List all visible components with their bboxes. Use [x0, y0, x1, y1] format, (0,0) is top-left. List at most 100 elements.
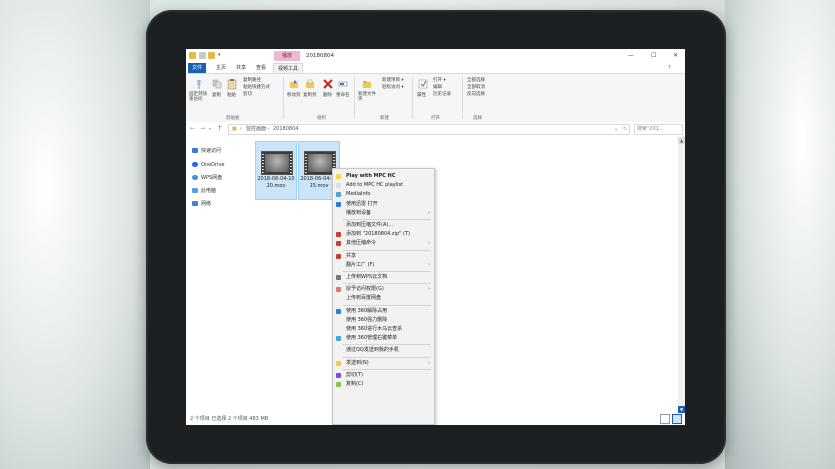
breadcrumb-root[interactable]: 监控画面 [246, 125, 266, 134]
back-button[interactable]: ← [190, 124, 195, 134]
menu-item-label: 上传到WPS云文档 [346, 274, 388, 280]
recent-dropdown-icon[interactable]: ▾ [209, 124, 211, 134]
file-list: 2018-06-04-1020.mov 2018-06-04-1015.mov [252, 137, 678, 413]
new-item-button[interactable]: 新建项目 ▾ [382, 77, 404, 83]
sidebar-item-network[interactable]: 网络 [192, 200, 211, 208]
delete-button[interactable]: 删除 [323, 92, 332, 98]
search-input[interactable]: 搜索"201... [634, 124, 683, 135]
context-menu-item[interactable]: 使用 360进行木马云查杀 [333, 325, 434, 334]
tab-file[interactable]: 文件 [188, 63, 207, 73]
status-text: 2 个项目 已选择 2 个项目 483 MB [190, 416, 269, 422]
network-icon [192, 201, 198, 206]
address-dropdown-icon[interactable]: ⌄ [614, 125, 618, 134]
context-menu-item[interactable]: 上传到百度网盘 [333, 294, 434, 303]
refresh-icon[interactable]: ↻ [623, 124, 627, 134]
pin-quick-access-button[interactable]: 固定到快速访问 [189, 92, 209, 102]
new-folder-button[interactable]: 新建文件夹 [358, 92, 376, 102]
copy-button[interactable]: 复制 [212, 92, 221, 98]
context-menu-item[interactable]: 剪切(T) [333, 371, 434, 380]
tab-play-context[interactable]: 播放 [274, 51, 300, 61]
select-group-label: 选择 [473, 116, 482, 121]
menu-item-icon [336, 336, 341, 342]
context-menu-item[interactable]: 使用 360强力删除 [333, 316, 434, 325]
large-icons-view-icon[interactable] [672, 414, 682, 424]
select-all-button[interactable]: 全部选择 [467, 77, 485, 83]
history-button[interactable]: 历史记录 [433, 91, 451, 97]
forward-button[interactable]: → [200, 124, 205, 134]
address-bar[interactable]: ■ › 监控画面 › 20180804 ⌄ [228, 124, 630, 135]
context-menu-item[interactable]: 发送到(N) › [333, 359, 434, 368]
open-button[interactable]: 打开 ▾ [433, 77, 446, 83]
menu-item-icon [336, 241, 341, 247]
rename-button[interactable]: 重命名 [336, 92, 350, 98]
cut-button[interactable]: 剪切 [243, 91, 252, 97]
context-menu-item[interactable]: 添加到压缩文件(A)... [333, 221, 434, 230]
folder-icon [189, 52, 196, 59]
copy-path-button[interactable]: 复制路径 [243, 77, 261, 83]
easy-access-button[interactable]: 轻松访问 ▾ [382, 84, 404, 90]
menu-item-label: 添加到压缩文件(A)... [346, 222, 394, 228]
context-menu-item[interactable]: 播放到设备 › [333, 209, 434, 218]
close-button[interactable]: ✕ [673, 51, 678, 61]
quick-access-dropdown-icon[interactable]: ▾ [218, 52, 222, 59]
context-menu-item[interactable]: 使用迅雷 打开 [333, 200, 434, 209]
menu-separator [343, 219, 431, 220]
move-to-icon [290, 80, 298, 88]
minimize-button[interactable]: — [628, 51, 634, 61]
menu-item-label: 授予访问权限(G) [346, 286, 384, 293]
paste-shortcut-button[interactable]: 粘贴快捷方式 [243, 84, 270, 90]
scroll-up-icon[interactable]: ▲ [678, 137, 685, 144]
sidebar-item-this-pc[interactable]: 此电脑 [192, 187, 216, 195]
paste-button[interactable]: 粘贴 [227, 92, 236, 98]
new-folder-icon[interactable] [208, 52, 215, 59]
context-menu-item[interactable]: 使用 360管理右键菜单 [333, 334, 434, 343]
context-menu-item[interactable]: 翻片工厂 (F) › [333, 261, 434, 270]
move-to-button[interactable]: 移动到 [287, 92, 301, 98]
ribbon-separator [283, 77, 284, 119]
breadcrumb-folder[interactable]: 20180804 [273, 125, 298, 134]
new-folder-icon [363, 81, 371, 88]
sidebar-item-wps[interactable]: WPS网盘 [192, 174, 222, 182]
context-menu-item[interactable]: Play with MPC HC [333, 172, 434, 181]
context-menu-item[interactable]: 使用 360解除占用 [333, 307, 434, 316]
invert-selection-button[interactable]: 反向选择 [467, 91, 485, 97]
edit-button[interactable]: 编辑 [433, 84, 442, 90]
file-item[interactable]: 2018-06-04-1020.mov [255, 141, 297, 200]
explorer-window: ▾ 播放 20180804 — ☐ ✕ 文件 主页 共享 查看 视频工具 ? 固… [186, 49, 685, 425]
vertical-scrollbar[interactable]: ▲ ▼ [678, 137, 685, 413]
context-menu-item[interactable]: 上传到WPS云文档 [333, 273, 434, 282]
up-button[interactable]: ↑ [217, 124, 222, 134]
submenu-chevron-icon: › [428, 209, 430, 216]
context-menu-item[interactable]: 其他压缩命令 › [333, 239, 434, 248]
cloud-icon [192, 162, 198, 167]
context-menu-item[interactable]: 通过QQ发送到我的手机 [333, 346, 434, 355]
status-bar: 2 个项目 已选择 2 个项目 483 MB [186, 413, 685, 425]
context-menu-item[interactable]: Add to MPC HC playlist [333, 181, 434, 190]
ribbon-tabs: 文件 主页 共享 查看 视频工具 ? [186, 63, 685, 74]
menu-item-label: 使用迅雷 打开 [346, 200, 378, 207]
context-menu-item[interactable]: 共享 [333, 252, 434, 261]
context-menu-item[interactable]: 复制(C) [333, 380, 434, 389]
copy-to-button[interactable]: 复制到 [303, 92, 317, 98]
tab-home[interactable]: 主页 [212, 63, 230, 73]
rename-icon [338, 81, 348, 87]
maximize-button[interactable]: ☐ [651, 51, 656, 61]
sidebar-item-quick-access[interactable]: 快速访问 [192, 147, 221, 155]
scroll-down-icon[interactable]: ▼ [678, 406, 685, 413]
clipboard-group-label: 剪贴板 [226, 116, 240, 121]
menu-item-label: Add to MPC HC playlist [346, 182, 404, 189]
tab-share[interactable]: 共享 [232, 63, 250, 73]
menu-separator [343, 283, 431, 285]
tab-view[interactable]: 查看 [252, 63, 270, 73]
pin-icon [196, 80, 202, 89]
details-view-icon[interactable] [660, 414, 670, 424]
context-menu-item[interactable]: 添加到 "20180804.zip" (T) [333, 230, 434, 239]
help-icon[interactable]: ? [664, 63, 675, 73]
context-menu-item[interactable]: MediaInfo [333, 190, 434, 199]
sidebar-item-onedrive[interactable]: OneDrive [192, 161, 225, 169]
select-none-button[interactable]: 全部取消 [467, 84, 485, 90]
menu-separator [343, 356, 431, 358]
properties-icon[interactable] [199, 52, 206, 59]
context-menu-item[interactable]: 授予访问权限(G) › [333, 285, 434, 294]
properties-button[interactable]: 属性 [417, 92, 426, 98]
